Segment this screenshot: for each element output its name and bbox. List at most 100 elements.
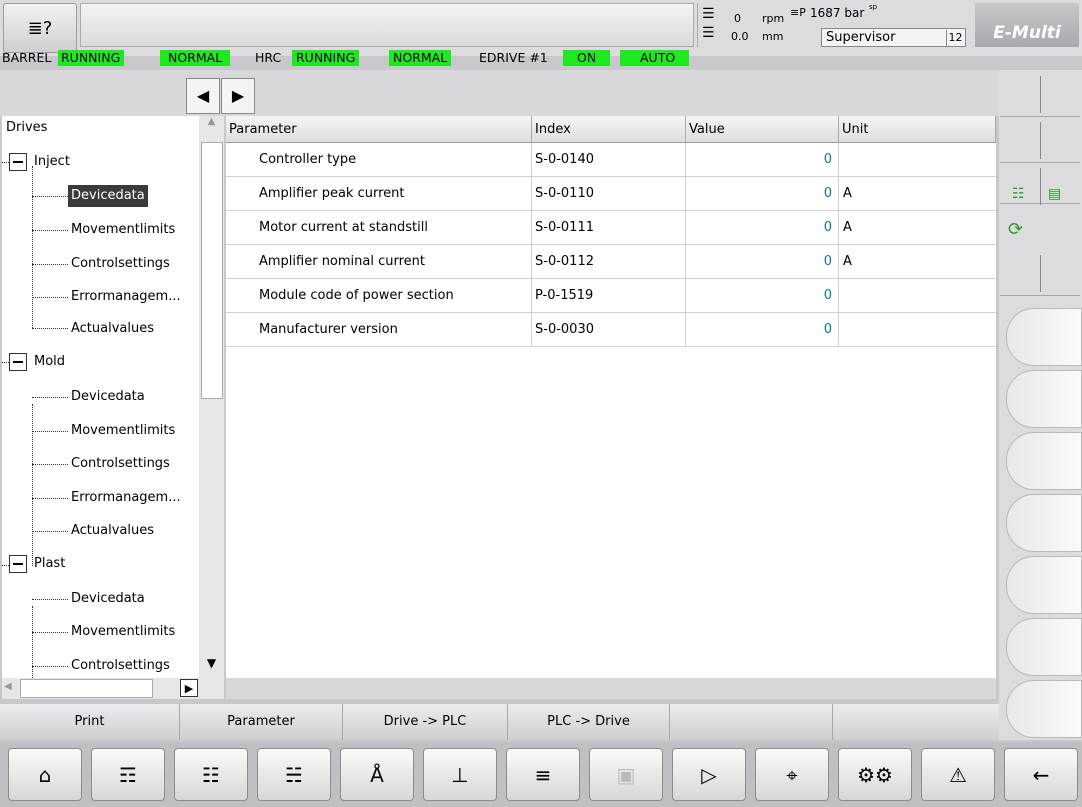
heating-icon: Å <box>370 762 384 787</box>
tree-item-plast-movementlimits[interactable]: Movementlimits <box>71 621 175 643</box>
refresh-button[interactable]: ⟳ <box>1000 213 1080 249</box>
tree-item-plast-devicedata[interactable]: Devicedata <box>71 588 145 610</box>
collapse-mold-toggle[interactable] <box>9 353 27 371</box>
barrel-icon: ☷ <box>202 762 220 787</box>
table-row[interactable]: Amplifier peak current S-0-0110 0 A <box>226 177 996 211</box>
screen-button[interactable]: ▣ <box>589 748 663 801</box>
table-row[interactable]: Manufacturer version S-0-0030 0 <box>226 313 996 347</box>
drive-to-plc-button[interactable]: Drive -> PLC <box>343 704 508 740</box>
column-header-index[interactable]: Index <box>532 116 686 143</box>
tree-item-mold-controlsettings[interactable]: Controlsettings <box>71 453 170 475</box>
cell-value[interactable]: 0 <box>686 211 839 245</box>
tree-item-mold-devicedata[interactable]: Devicedata <box>71 386 145 408</box>
tree-horizontal-scrollbar[interactable]: ◀ ▶ <box>2 678 224 699</box>
mold-icon: ☵ <box>285 762 303 787</box>
right-slot-4[interactable] <box>1000 251 1080 296</box>
home-icon: ⌂ <box>38 762 52 787</box>
collapse-plast-toggle[interactable] <box>9 555 27 573</box>
tree-item-mold-movementlimits[interactable]: Movementlimits <box>71 420 175 442</box>
tree-item-plast-controlsettings[interactable]: Controlsettings <box>71 655 170 677</box>
plc-to-drive-button[interactable]: PLC -> Drive <box>508 704 670 740</box>
cell-unit: A <box>843 186 852 201</box>
softkey-5[interactable] <box>1006 556 1082 614</box>
softkey-2[interactable] <box>1006 370 1082 428</box>
softkey-7[interactable] <box>1006 680 1082 738</box>
tree-item-inject-errormanagement[interactable]: Errormanagem... <box>71 286 181 308</box>
cell-unit <box>839 313 996 347</box>
tree-group-inject[interactable]: Inject <box>34 151 70 173</box>
print-button[interactable]: Print <box>0 704 180 740</box>
tree-item-inject-movementlimits[interactable]: Movementlimits <box>71 219 175 241</box>
scroll-up-icon[interactable]: ▲ <box>201 116 222 138</box>
scroll-right-icon[interactable]: ▶ <box>180 679 198 697</box>
empty-tab-2[interactable] <box>833 704 999 740</box>
rpm-value: 0 <box>734 12 741 25</box>
softkey-1[interactable] <box>1006 308 1082 366</box>
alarm-button[interactable]: ⚠ <box>921 748 995 801</box>
collapse-inject-toggle[interactable] <box>9 153 27 171</box>
scroll-left-icon[interactable]: ◀ <box>4 681 18 697</box>
edrive-label: EDRIVE #1 <box>479 50 548 65</box>
table-row[interactable]: Module code of power section P-0-1519 0 <box>226 279 996 313</box>
softkey-6[interactable] <box>1006 618 1082 676</box>
cell-value[interactable]: 0 <box>686 279 839 313</box>
cell-index: S-0-0112 <box>532 245 686 279</box>
cell-value[interactable]: 0 <box>686 177 839 211</box>
message-box <box>80 3 694 47</box>
edrive-state: ON <box>563 50 611 66</box>
tree-item-inject-devicedata[interactable]: Devicedata <box>68 185 148 207</box>
cell-unit <box>839 279 996 313</box>
tree-item-mold-errormanagement[interactable]: Errormanagem... <box>71 487 181 509</box>
cell-value[interactable]: 0 <box>686 245 839 279</box>
mold-button[interactable]: ☵ <box>257 748 331 801</box>
ejector-button[interactable]: ⊥ <box>423 748 497 801</box>
cell-index: S-0-0030 <box>532 313 686 347</box>
heating-button[interactable]: Å <box>340 748 414 801</box>
right-slot-1[interactable] <box>1000 72 1080 117</box>
chart-button[interactable]: ⌖ <box>755 748 829 801</box>
help-button[interactable]: ≣? <box>3 3 77 53</box>
scroll-down-icon[interactable]: ▼ <box>201 656 222 678</box>
next-button[interactable]: ▶ <box>221 78 255 114</box>
cell-value[interactable]: 0 <box>686 313 839 347</box>
table-row[interactable]: Amplifier nominal current S-0-0112 0 A <box>226 245 996 279</box>
prev-button[interactable]: ◀ <box>186 78 220 114</box>
back-button[interactable]: ← <box>1004 748 1078 801</box>
table-row[interactable]: Controller type S-0-0140 0 <box>226 143 996 177</box>
tree-group-mold[interactable]: Mold <box>34 351 65 373</box>
settings-button[interactable]: ⚙⚙ <box>838 748 912 801</box>
pressure-sup: sp <box>869 3 878 11</box>
list-button[interactable]: ≡ <box>506 748 580 801</box>
list-view-icon: ▤ <box>1048 186 1062 202</box>
cell-index: S-0-0140 <box>532 143 686 177</box>
tree-vertical-scrollbar[interactable]: ▲ ▼ <box>199 116 224 678</box>
io-button[interactable]: ▷ <box>672 748 746 801</box>
softkey-3[interactable] <box>1006 432 1082 490</box>
user-field[interactable]: Supervisor <box>821 28 966 47</box>
heating-view-button[interactable]: ☷ ▤ <box>1000 178 1080 212</box>
chart-icon: ⌖ <box>786 762 798 787</box>
scroll-thumb[interactable] <box>201 142 223 399</box>
empty-tab-1[interactable] <box>670 704 833 740</box>
barrel-button[interactable]: ☷ <box>174 748 248 801</box>
column-header-parameter[interactable]: Parameter <box>226 116 532 143</box>
table-row[interactable]: Motor current at standstill S-0-0111 0 A <box>226 211 996 245</box>
home-button[interactable]: ⌂ <box>8 748 82 801</box>
inject-unit-button[interactable]: ☶ <box>91 748 165 801</box>
hscroll-thumb[interactable] <box>20 679 153 698</box>
cell-index: S-0-0111 <box>532 211 686 245</box>
cell-unit <box>839 143 996 177</box>
cell-value[interactable]: 0 <box>686 143 839 177</box>
parameter-button[interactable]: Parameter <box>180 704 343 740</box>
column-header-unit[interactable]: Unit <box>839 116 996 143</box>
screw-rotation-icon: ☰ <box>702 6 715 22</box>
tree-item-inject-controlsettings[interactable]: Controlsettings <box>71 253 170 275</box>
barrel-state: RUNNING <box>58 50 125 66</box>
tree-group-plast[interactable]: Plast <box>34 553 65 575</box>
softkey-4[interactable] <box>1006 494 1082 552</box>
cell-index: P-0-1519 <box>532 279 686 313</box>
tree-item-mold-actualvalues[interactable]: Actualvalues <box>71 520 154 542</box>
column-header-value[interactable]: Value <box>686 116 839 143</box>
right-slot-2[interactable] <box>1000 118 1080 163</box>
tree-item-inject-actualvalues[interactable]: Actualvalues <box>71 318 154 340</box>
